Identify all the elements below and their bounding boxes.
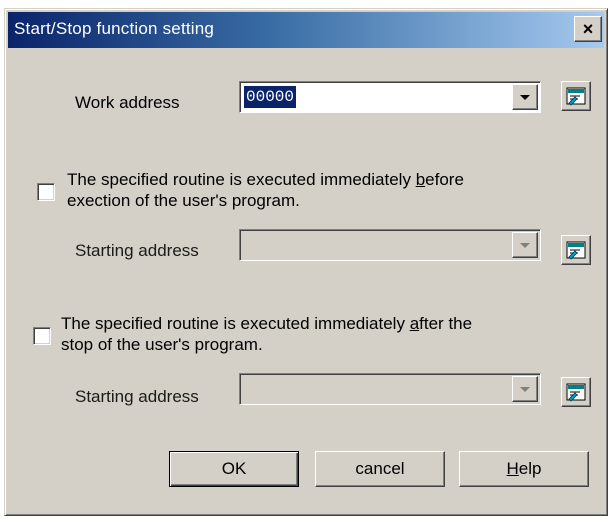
close-button[interactable]: × (574, 16, 602, 42)
address-reference-icon (566, 87, 586, 106)
work-address-dropdown-button[interactable] (512, 84, 538, 110)
cancel-button[interactable]: cancel (315, 451, 445, 487)
help-button[interactable]: Help (459, 451, 589, 487)
dialog-title: Start/Stop function setting (14, 19, 215, 38)
help-label-rest: elp (518, 459, 542, 478)
after-text-line2: stop of the user's program. (61, 335, 263, 354)
after-program-text[interactable]: The specified routine is executed immedi… (61, 313, 541, 355)
work-address-label: Work address (75, 93, 180, 112)
before-text-prefix: The specified routine is executed immedi… (67, 170, 416, 189)
before-starting-address-combo[interactable] (239, 229, 541, 261)
work-address-combo[interactable]: 00000 (239, 81, 541, 113)
before-program-text[interactable]: The specified routine is executed immedi… (67, 169, 537, 211)
after-text-suffix: fter the (419, 314, 473, 333)
work-address-reference-button[interactable] (561, 81, 591, 111)
before-text-suffix: efore (425, 170, 464, 189)
before-text-line2: exection of the user's program. (67, 191, 300, 210)
chevron-down-icon (520, 94, 530, 100)
after-text-mnemonic: a (409, 314, 420, 333)
before-starting-address-dropdown-button[interactable] (512, 232, 538, 258)
close-icon: × (582, 19, 594, 39)
work-address-value[interactable]: 00000 (244, 86, 297, 108)
after-address-reference-button[interactable] (561, 377, 591, 407)
start-stop-dialog: Start/Stop function setting × Work addre… (4, 8, 608, 516)
after-text-prefix: The specified routine is executed immedi… (61, 314, 410, 333)
address-reference-icon (566, 241, 586, 260)
before-starting-address-label: Starting address (75, 241, 199, 260)
after-starting-address-combo[interactable] (239, 373, 541, 405)
chevron-down-icon (520, 242, 530, 248)
address-reference-icon (566, 383, 586, 402)
title-bar[interactable]: Start/Stop function setting × (8, 12, 604, 48)
before-address-reference-button[interactable] (561, 235, 591, 265)
before-program-checkbox[interactable] (37, 183, 55, 201)
ok-button[interactable]: OK (169, 451, 299, 487)
before-text-mnemonic: b (415, 170, 426, 189)
help-mnemonic: H (506, 459, 519, 478)
chevron-down-icon (520, 386, 530, 392)
after-starting-address-dropdown-button[interactable] (512, 376, 538, 402)
after-program-checkbox[interactable] (33, 327, 51, 345)
after-starting-address-label: Starting address (75, 387, 199, 406)
